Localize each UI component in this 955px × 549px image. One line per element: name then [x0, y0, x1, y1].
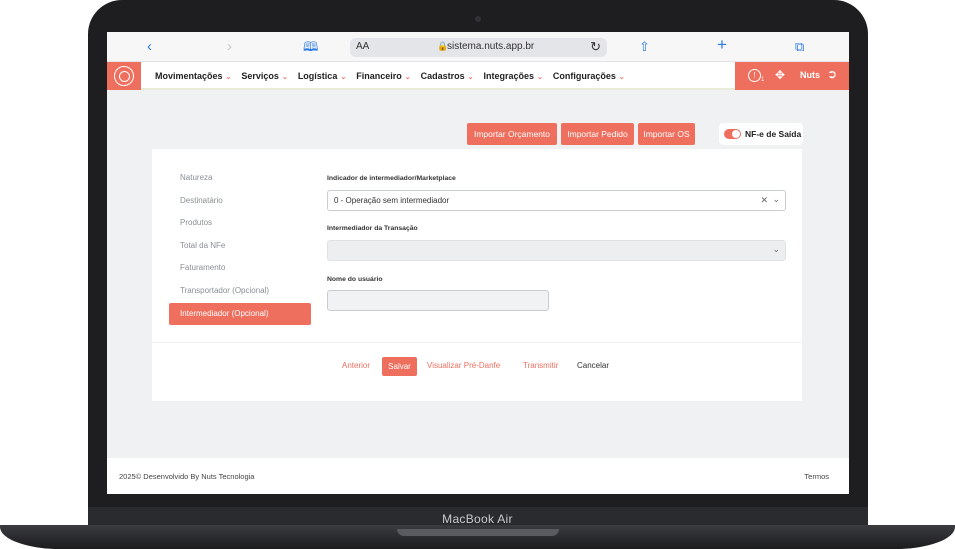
plus-icon[interactable]: +: [717, 36, 727, 54]
nfe-wizard-card: Natureza Destinatário Produtos Total da …: [152, 149, 802, 401]
address-bar[interactable]: AA 🔒 sistema.nuts.app.br ↻: [350, 38, 607, 57]
camera: [475, 16, 481, 22]
step-total-nfe[interactable]: Total da NFe: [169, 239, 311, 262]
indicator-select[interactable]: 0 - Operação sem intermediador ✕ ⌄: [327, 190, 786, 211]
menu-servicos[interactable]: Serviços ⌄: [241, 71, 287, 81]
screen: ‹ › 🕮 AA 🔒 sistema.nuts.app.br ↻ ⇧ + ⧉ M…: [107, 32, 849, 494]
info-icon[interactable]: !: [748, 69, 761, 82]
move-icon[interactable]: ✥: [775, 68, 785, 82]
wizard-actions: Anterior Salvar Visualizar Pré-Danfe Tra…: [152, 357, 802, 377]
import-os-button[interactable]: Importar OS: [638, 123, 695, 145]
chevron-down-icon: ⌄: [340, 74, 347, 81]
user-name[interactable]: Nuts: [800, 70, 820, 80]
username-label: Nome do usuário: [327, 276, 383, 283]
save-button[interactable]: Salvar: [382, 357, 417, 376]
share-icon[interactable]: ⇧: [639, 38, 650, 56]
preview-danfe-button[interactable]: Visualizar Pré-Danfe: [427, 361, 500, 370]
main-menu: Movimentações ⌄ Serviços ⌄ Logística ⌄ Fina…: [155, 62, 625, 90]
import-budget-button[interactable]: Importar Orçamento: [467, 123, 557, 145]
menu-configuracoes[interactable]: Configurações ⌄: [553, 71, 625, 81]
menu-movimentacoes[interactable]: Movimentações ⌄: [155, 71, 231, 81]
laptop-frame: MacBook Air ‹ › 🕮 AA 🔒 sistema.nuts.app.…: [0, 0, 955, 549]
chevron-down-icon: ⌄: [281, 74, 288, 81]
footer-copyright: 2025© Desenvolvido By Nuts Tecnologia: [119, 472, 255, 481]
indicator-value: 0 - Operação sem intermediador: [334, 196, 450, 205]
step-faturamento[interactable]: Faturamento: [169, 261, 311, 284]
chevron-down-icon: ⌄: [225, 74, 232, 81]
url-text[interactable]: sistema.nuts.app.br: [447, 41, 534, 52]
transmit-button[interactable]: Transmitir: [523, 361, 558, 370]
notification-count: 1: [761, 77, 765, 83]
wizard-steps: Natureza Destinatário Produtos Total da …: [169, 171, 311, 325]
indicator-label: Indicador de intermediador/Marketplace: [327, 175, 456, 182]
nfe-type-toggle[interactable]: NF-e de Saída: [719, 123, 803, 145]
transaction-label: Intermediador da Transação: [327, 225, 418, 232]
chevron-down-icon[interactable]: ⌄: [772, 194, 780, 205]
device-brand: MacBook Air: [442, 512, 513, 526]
cancel-button[interactable]: Cancelar: [577, 361, 609, 370]
brand-logo[interactable]: [107, 62, 141, 90]
card-divider: [152, 342, 802, 343]
chevron-down-icon[interactable]: ⌄: [772, 244, 780, 255]
previous-button[interactable]: Anterior: [342, 361, 370, 370]
menu-logistica[interactable]: Logística ⌄: [298, 71, 346, 81]
chevron-right-icon[interactable]: ›: [227, 38, 232, 56]
clear-icon[interactable]: ✕: [760, 195, 768, 206]
logout-icon[interactable]: ➲: [827, 67, 837, 81]
browser-toolbar: ‹ › 🕮 AA 🔒 sistema.nuts.app.br ↻ ⇧ + ⧉: [107, 32, 849, 62]
terms-link[interactable]: Termos: [804, 472, 829, 481]
chevron-down-icon: ⌄: [467, 74, 474, 81]
tabs-icon[interactable]: ⧉: [795, 38, 804, 56]
chevron-left-icon[interactable]: ‹: [147, 38, 152, 56]
step-natureza[interactable]: Natureza: [169, 171, 311, 194]
step-destinatario[interactable]: Destinatário: [169, 194, 311, 217]
menu-financeiro[interactable]: Financeiro ⌄: [356, 71, 410, 81]
user-area: ! 1 ✥ Nuts ➲: [735, 62, 849, 90]
menu-cadastros[interactable]: Cadastros ⌄: [421, 71, 474, 81]
toggle-label: NF-e de Saída: [745, 129, 802, 139]
step-produtos[interactable]: Produtos: [169, 216, 311, 239]
chevron-down-icon: ⌄: [404, 74, 411, 81]
app-navbar: Movimentações ⌄ Serviços ⌄ Logística ⌄ Fina…: [107, 62, 849, 90]
text-size-button[interactable]: AA: [356, 41, 369, 52]
book-icon[interactable]: 🕮: [303, 38, 318, 56]
reload-icon[interactable]: ↻: [590, 39, 601, 55]
laptop-notch: [397, 529, 559, 536]
chevron-down-icon: ⌄: [537, 74, 543, 81]
import-order-button[interactable]: Importar Pedido: [561, 123, 634, 145]
menu-integracoes[interactable]: Integrações ⌄: [483, 71, 542, 81]
chevron-down-icon: ⌄: [618, 74, 625, 81]
username-input[interactable]: [327, 290, 549, 311]
transaction-select[interactable]: ⌄: [327, 240, 786, 261]
toggle-switch[interactable]: [724, 129, 741, 139]
step-intermediador[interactable]: Intermediador (Opcional): [169, 303, 311, 325]
logo-icon: [114, 66, 134, 86]
page-footer: 2025© Desenvolvido By Nuts Tecnologia Te…: [107, 458, 849, 494]
